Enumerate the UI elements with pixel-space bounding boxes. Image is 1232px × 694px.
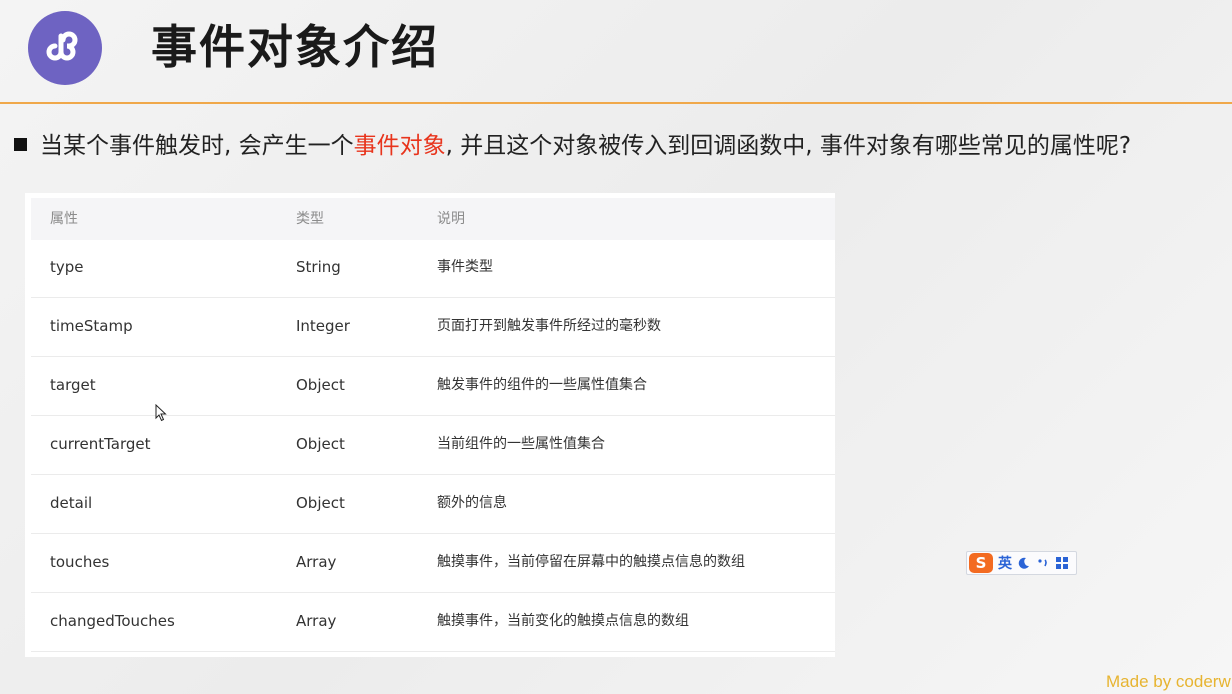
table-header-row: 属性 类型 说明 [31,198,835,240]
property-description: 触摸事件，当前停留在屏幕中的触摸点信息的数组 [437,554,745,570]
header-divider [0,102,1232,104]
header-type: 类型 [296,211,324,227]
property-description: 额外的信息 [437,495,507,511]
property-type: Integer [296,317,350,335]
property-name: detail [50,494,93,512]
intro-bullet: 当某个事件触发时, 会产生一个事件对象, 并且这个对象被传入到回调函数中, 事件… [14,128,1131,164]
property-name: touches [50,553,110,571]
property-name: type [50,258,84,276]
mouse-pointer-icon [155,404,167,422]
property-name: changedTouches [50,612,175,630]
intro-text-after: , 并且这个对象被传入到回调函数中, 事件对象有哪些常见的属性呢? [445,133,1132,159]
property-type: Object [296,376,345,394]
ime-language-toggle[interactable]: 英 [998,553,1012,573]
table-row: type String 事件类型 [31,238,835,298]
intro-text-before: 当某个事件触发时, 会产生一个 [40,133,354,159]
mini-program-logo-icon [28,11,102,85]
page-title: 事件对象介绍 [151,20,439,74]
property-description: 页面打开到触发事件所经过的毫秒数 [437,318,661,334]
ime-toolbar[interactable]: S 英 [966,551,1077,575]
table-row: detail Object 额外的信息 [31,474,835,534]
property-type: Array [296,553,337,571]
sogou-logo-icon[interactable]: S [969,553,993,573]
header-description: 说明 [437,211,465,227]
property-name: currentTarget [50,435,151,453]
table-row: changedTouches Array 触摸事件，当前变化的触摸点信息的数组 [31,592,835,652]
punctuation-icon[interactable] [1036,556,1050,570]
header-property: 属性 [50,211,78,227]
property-name: target [50,376,96,394]
property-type: Object [296,494,345,512]
made-by-credit: Made by coderw [1106,672,1231,691]
table-row: touches Array 触摸事件，当前停留在屏幕中的触摸点信息的数组 [31,533,835,593]
property-type: Object [296,435,345,453]
intro-highlight: 事件对象 [353,133,446,159]
property-type: String [296,258,341,276]
table-row: currentTarget Object 当前组件的一些属性值集合 [31,415,835,475]
property-description: 触摸事件，当前变化的触摸点信息的数组 [437,613,689,629]
property-description: 触发事件的组件的一些属性值集合 [437,377,647,393]
property-name: timeStamp [50,317,133,335]
property-description: 事件类型 [437,259,493,275]
link-glyph-icon [46,31,78,61]
property-description: 当前组件的一些属性值集合 [437,436,605,452]
table-row: timeStamp Integer 页面打开到触发事件所经过的毫秒数 [31,297,835,357]
table-row: target Object 触发事件的组件的一些属性值集合 [31,356,835,416]
property-type: Array [296,612,337,630]
grid-menu-icon[interactable] [1055,556,1069,570]
bullet-square-icon [14,138,27,151]
moon-icon[interactable] [1017,556,1031,570]
event-properties-table: 属性 类型 说明 type String 事件类型 timeStamp Inte… [25,193,835,657]
